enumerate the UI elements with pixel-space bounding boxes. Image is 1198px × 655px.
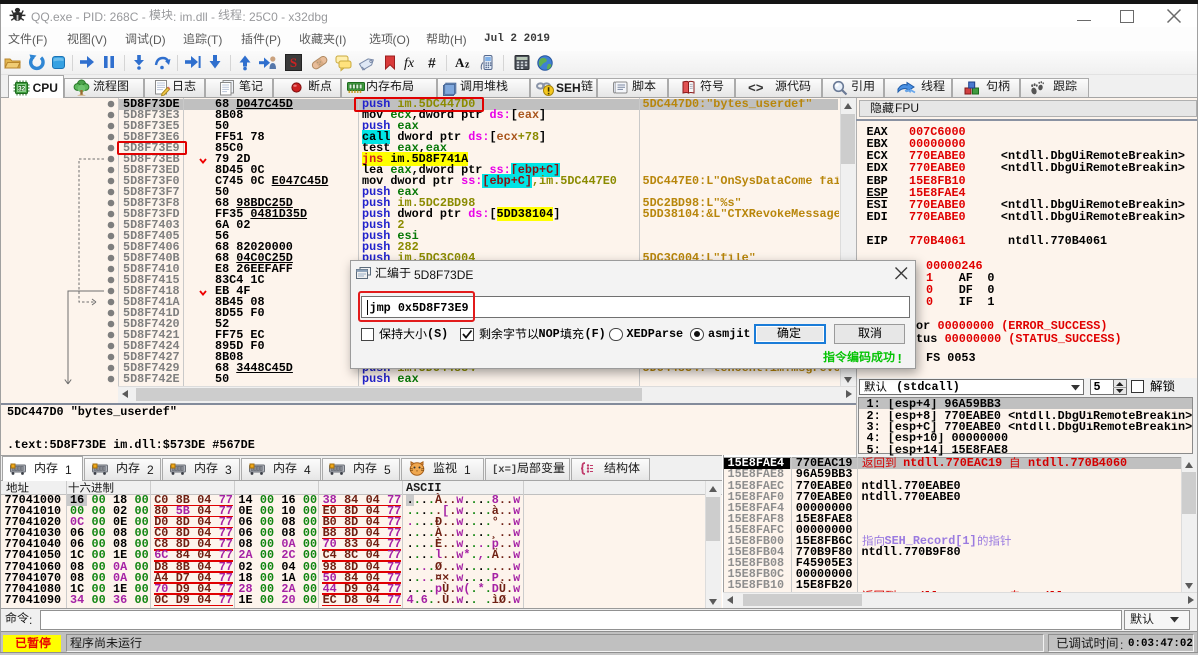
svg-text:<>: <> [748, 81, 764, 96]
svg-text:z: z [465, 60, 470, 71]
svg-text:[x=]: [x=] [492, 464, 517, 476]
svg-text:32: 32 [17, 86, 25, 93]
svg-text:#: # [428, 55, 436, 71]
svg-text:A: A [455, 55, 465, 70]
svg-text:S: S [290, 55, 297, 70]
svg-text:fx: fx [404, 56, 415, 71]
